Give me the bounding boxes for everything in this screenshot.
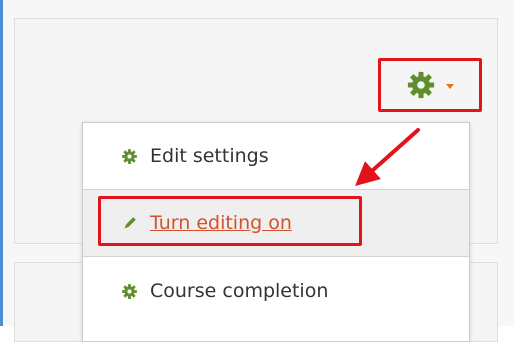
gear-icon (122, 148, 137, 164)
gear-icon (122, 283, 137, 299)
gear-icon (407, 71, 435, 99)
menu-item-edit-settings[interactable]: Edit settings (83, 123, 469, 189)
menu-item-label: Turn editing on (150, 212, 292, 234)
caret-down-icon (446, 83, 454, 89)
menu-item-label: Course completion (150, 280, 329, 302)
pencil-icon (124, 216, 136, 229)
menu-item-course-completion[interactable]: Course completion (83, 257, 469, 325)
menu-item-turn-editing-on[interactable]: Turn editing on (83, 189, 469, 257)
settings-menu-toggle[interactable] (378, 58, 482, 112)
menu-item-label: Edit settings (150, 145, 269, 167)
settings-dropdown-menu: Edit settings Turn editing on Course com… (82, 122, 470, 342)
